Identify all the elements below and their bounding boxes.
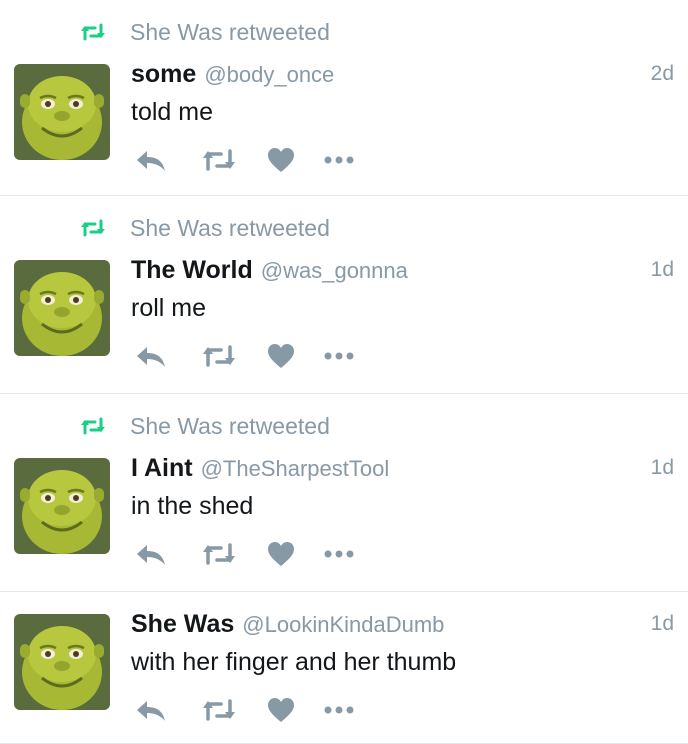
retweet-button[interactable] — [199, 540, 239, 568]
timestamp[interactable]: 1d — [651, 258, 674, 282]
avatar[interactable] — [14, 260, 110, 356]
retweet-context-text[interactable]: She Was retweeted — [130, 413, 330, 440]
more-button[interactable] — [321, 342, 357, 370]
tweet-text: with her finger and her thumb — [131, 648, 457, 676]
like-button[interactable] — [263, 540, 299, 568]
tweet[interactable]: She Was retweeted The World @was_gonnna … — [0, 196, 688, 394]
reply-icon — [137, 545, 165, 565]
retweet-icon — [203, 543, 235, 565]
timestamp[interactable]: 1d — [651, 456, 674, 480]
tweet-header: some @body_once — [131, 60, 334, 89]
retweet-button[interactable] — [199, 146, 239, 174]
tweet-text: roll me — [131, 294, 207, 322]
user-name[interactable]: some — [131, 60, 196, 89]
user-handle[interactable]: @LookinKindaDumb — [242, 612, 444, 638]
reply-button[interactable] — [131, 146, 171, 174]
tweet-header: I Aint @TheSharpestTool — [131, 454, 389, 483]
avatar[interactable] — [14, 458, 110, 554]
tweet-actions — [131, 696, 357, 724]
heart-icon — [268, 698, 294, 722]
retweet-icon — [81, 219, 105, 237]
tweet[interactable]: She Was retweeted I Aint @TheSharpestToo… — [0, 394, 688, 592]
tweet-header: The World @was_gonnna — [131, 256, 408, 285]
user-handle[interactable]: @TheSharpestTool — [201, 456, 390, 482]
retweet-context: She Was retweeted — [80, 214, 330, 242]
timestamp[interactable]: 1d — [651, 612, 674, 636]
more-icon — [324, 706, 354, 714]
tweet-actions — [131, 540, 357, 568]
more-button[interactable] — [321, 540, 357, 568]
retweet-icon — [203, 345, 235, 367]
tweet[interactable]: She Was @LookinKindaDumb 1d with her fin… — [0, 592, 688, 744]
heart-icon — [268, 344, 294, 368]
like-button[interactable] — [263, 342, 299, 370]
more-button[interactable] — [321, 696, 357, 724]
heart-icon — [268, 148, 294, 172]
tweet-actions — [131, 146, 357, 174]
tweet[interactable]: She Was retweeted some @body_once 2d tol… — [0, 0, 688, 196]
tweet-actions — [131, 342, 357, 370]
tweet-header: She Was @LookinKindaDumb — [131, 610, 444, 639]
user-name[interactable]: The World — [131, 256, 253, 285]
more-icon — [324, 156, 354, 164]
retweet-icon — [81, 23, 105, 41]
retweet-button[interactable] — [199, 696, 239, 724]
tweet-text: in the shed — [131, 492, 254, 520]
user-name[interactable]: She Was — [131, 610, 234, 639]
avatar[interactable] — [14, 614, 110, 710]
tweet-text: told me — [131, 98, 213, 126]
retweet-context-text[interactable]: She Was retweeted — [130, 19, 330, 46]
reply-icon — [137, 151, 165, 171]
like-button[interactable] — [263, 146, 299, 174]
more-icon — [324, 550, 354, 558]
retweet-button[interactable] — [199, 342, 239, 370]
user-handle[interactable]: @was_gonnna — [261, 258, 408, 284]
timestamp[interactable]: 2d — [651, 62, 674, 86]
more-icon — [324, 352, 354, 360]
reply-button[interactable] — [131, 540, 171, 568]
like-button[interactable] — [263, 696, 299, 724]
retweet-icon — [203, 149, 235, 171]
retweet-context-text[interactable]: She Was retweeted — [130, 215, 330, 242]
heart-icon — [268, 542, 294, 566]
retweet-context: She Was retweeted — [80, 18, 330, 46]
user-name[interactable]: I Aint — [131, 454, 193, 483]
user-handle[interactable]: @body_once — [204, 62, 334, 88]
reply-button[interactable] — [131, 696, 171, 724]
retweet-context: She Was retweeted — [80, 412, 330, 440]
avatar[interactable] — [14, 64, 110, 160]
reply-button[interactable] — [131, 342, 171, 370]
more-button[interactable] — [321, 146, 357, 174]
retweet-icon — [203, 699, 235, 721]
reply-icon — [137, 701, 165, 721]
reply-icon — [137, 347, 165, 367]
retweet-icon — [81, 417, 105, 435]
